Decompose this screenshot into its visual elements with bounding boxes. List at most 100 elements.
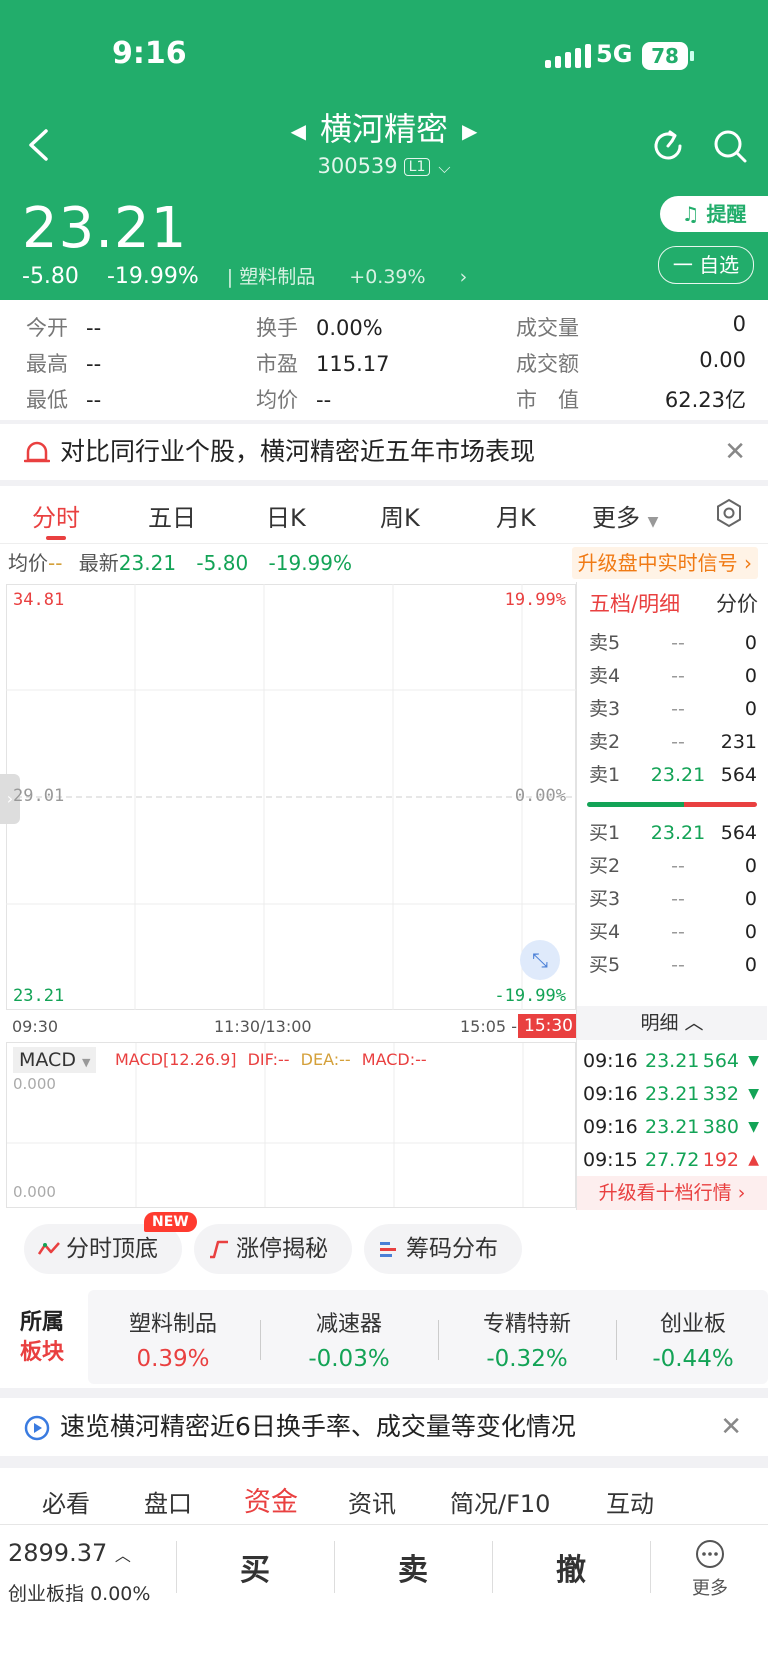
stat-pe: 市盈 115.17 — [256, 352, 390, 376]
tab-intraday[interactable]: 分时 — [32, 498, 80, 533]
sector-item[interactable]: 减速器 -0.03% — [264, 1306, 434, 1372]
tab-more[interactable]: 更多 ▼ — [592, 498, 658, 533]
divider — [176, 1541, 177, 1593]
stat-low: 最低 -- — [26, 388, 102, 412]
prev-stock-icon[interactable]: ◀ — [277, 119, 320, 143]
pct-bottom-label: -19.99% — [494, 986, 566, 1006]
remind-label: 提醒 — [706, 202, 747, 226]
divider — [650, 1541, 651, 1593]
industry-link[interactable]: | 塑料制品 +0.39% › — [227, 266, 467, 288]
time-axis: 09:30 11:30/13:00 15:05 - 15:30 — [6, 1010, 579, 1042]
more-button[interactable]: 更多 — [688, 1539, 732, 1600]
tab-depth[interactable]: 五档/明细 — [589, 588, 680, 618]
upgrade-ten-level-link[interactable]: 升级看十档行情 › — [577, 1176, 767, 1210]
close-icon[interactable]: ✕ — [724, 424, 746, 480]
sector-panel: 所属 板块 塑料制品 0.39% 减速器 -0.03% 专精特新 -0.32% 创业板 -… — [0, 1290, 768, 1388]
quote-stats: 今开 -- 换手 0.00% 成交量 0 最高 -- 市盈 115.17 成交额 0.00 … — [0, 300, 768, 420]
upgrade-signal-link[interactable]: 升级盘中实时信号 › — [571, 547, 758, 579]
macd-panel[interactable]: MACD ▼ MACD[12.26.9] DIF:-- DEA:-- MACD:… — [6, 1042, 576, 1208]
level-badge: L1 — [403, 158, 431, 176]
macd-value: MACD:-- — [361, 1050, 427, 1069]
latest-change: -5.80 — [196, 551, 249, 575]
ask-row: 卖2 -- 231 — [589, 731, 757, 753]
next-stock-icon[interactable]: ▶ — [448, 119, 491, 143]
macd-selector-label: MACD — [19, 1049, 76, 1071]
turnover-banner[interactable]: 速览横河精密近6日换手率、成交量等变化情况 ✕ — [0, 1398, 768, 1456]
new-badge: NEW — [144, 1212, 197, 1232]
index-quote[interactable]: 2899.37 ︿ — [8, 1539, 131, 1567]
upgrade-signal-text: 升级盘中实时信号 — [577, 551, 738, 575]
intraday-chart[interactable]: › 34.81 29.01 23.21 19.99% 0.00% -19.99%… — [0, 582, 579, 1210]
search-icon[interactable] — [712, 128, 748, 164]
industry-change: +0.39% — [349, 266, 426, 288]
bid-row: 买1 23.21 564 — [589, 822, 757, 844]
divider — [260, 1320, 261, 1360]
chip-limit-up[interactable]: 涨停揭秘 — [194, 1224, 352, 1274]
tab-more-label: 更多 — [592, 504, 640, 532]
subtab-must-see[interactable]: 必看 — [42, 1484, 90, 1519]
subtab-handicap[interactable]: 盘口 — [144, 1484, 192, 1519]
sell-button[interactable]: 卖 — [338, 1545, 488, 1589]
price-change-pct: -19.99% — [106, 264, 199, 289]
turnover-banner-text: 速览横河精密近6日换手率、成交量等变化情况 — [60, 1412, 576, 1441]
price-change: -5.80 — [22, 264, 79, 289]
stat-turnover: 换手 0.00% — [256, 316, 383, 340]
tab-five-day[interactable]: 五日 — [148, 498, 196, 533]
pct-top-label: 19.99% — [504, 590, 566, 610]
index-info: 创业板指 0.00% — [8, 1579, 150, 1606]
tab-price-dist[interactable]: 分价 — [716, 588, 758, 618]
sector-item[interactable]: 专精特新 -0.32% — [442, 1306, 612, 1372]
sector-item[interactable]: 创业板 -0.44% — [608, 1306, 768, 1372]
chip-label: 筹码分布 — [406, 1236, 498, 1262]
chip-chip-distribution[interactable]: 筹码分布 — [364, 1224, 522, 1274]
status-time: 9:16 — [112, 36, 187, 71]
refresh-icon[interactable] — [650, 128, 686, 164]
subtab-interaction[interactable]: 互动 — [606, 1484, 654, 1519]
tab-weekly-k[interactable]: 周K — [380, 498, 420, 533]
chart-grid — [6, 584, 576, 1010]
down-arrow-icon: ▼ — [748, 1119, 759, 1135]
subtab-news[interactable]: 资讯 — [348, 1484, 396, 1519]
zigzag-icon — [38, 1242, 60, 1255]
latest-label: 最新 — [78, 551, 119, 575]
upgrade-ten-level-text: 升级看十档行情 — [598, 1182, 732, 1204]
chart-tabs: 分时 五日 日K 周K 月K 更多 ▼ — [0, 486, 768, 544]
tab-monthly-k[interactable]: 月K — [496, 498, 536, 533]
caret-down-icon: ▼ — [647, 514, 659, 530]
stock-code: 300539 — [317, 154, 398, 178]
subtab-f10[interactable]: 简况/F10 — [450, 1484, 550, 1519]
sector-item[interactable]: 塑料制品 0.39% — [88, 1306, 258, 1372]
add-watchlist-button[interactable]: 一 自选 — [658, 246, 754, 284]
time-start: 09:30 — [12, 1017, 59, 1036]
stock-name: 横河精密 — [319, 110, 448, 148]
bid-row: 买2 -- 0 — [589, 855, 757, 877]
pct-mid-label: 0.00% — [514, 786, 566, 806]
settings-icon[interactable] — [714, 498, 744, 528]
industry-name: 塑料制品 — [239, 266, 316, 288]
sector-label: 所属 板块 — [20, 1310, 65, 1365]
battery-icon: 78 — [642, 42, 694, 70]
compare-banner-text: 对比同行业个股，横河精密近五年市场表现 — [60, 437, 536, 466]
remind-button[interactable]: ♫ 提醒 — [660, 196, 768, 232]
tick-row: 09:15 27.72 192 ▲ — [577, 1145, 767, 1175]
more-icon — [696, 1540, 724, 1568]
bid-row: 买5 -- 0 — [589, 954, 757, 976]
limit-up-icon — [210, 1240, 228, 1259]
macd-selector[interactable]: MACD ▼ — [13, 1047, 97, 1073]
alert-icon — [24, 441, 50, 463]
index-value: 2899.37 — [8, 1539, 108, 1567]
buy-button[interactable]: 买 — [180, 1545, 330, 1589]
subtab-funds[interactable]: 资金 — [244, 1480, 298, 1519]
intraday-info-bar: 均价-- 最新23.21 -5.80 -19.99% 升级盘中实时信号 › — [0, 544, 768, 582]
tab-daily-k[interactable]: 日K — [266, 498, 306, 533]
detail-toggle[interactable]: 明细 ︿ — [577, 1006, 767, 1040]
fullscreen-icon[interactable]: ⤡ — [520, 940, 560, 980]
close-icon[interactable]: ✕ — [720, 1398, 742, 1456]
bell-icon: ♫ — [681, 202, 700, 226]
index-change: 0.00% — [90, 1583, 151, 1605]
cancel-order-button[interactable]: 撤 — [496, 1545, 646, 1589]
trade-bar: 2899.37 ︿ 创业板指 0.00% 买 卖 撤 更多 — [0, 1524, 768, 1669]
compare-banner[interactable]: 对比同行业个股，横河精密近五年市场表现 ✕ — [0, 424, 768, 480]
stat-open: 今开 -- — [26, 316, 102, 340]
info-tabs: 必看 盘口 资金 资讯 简况/F10 互动 — [0, 1468, 768, 1524]
